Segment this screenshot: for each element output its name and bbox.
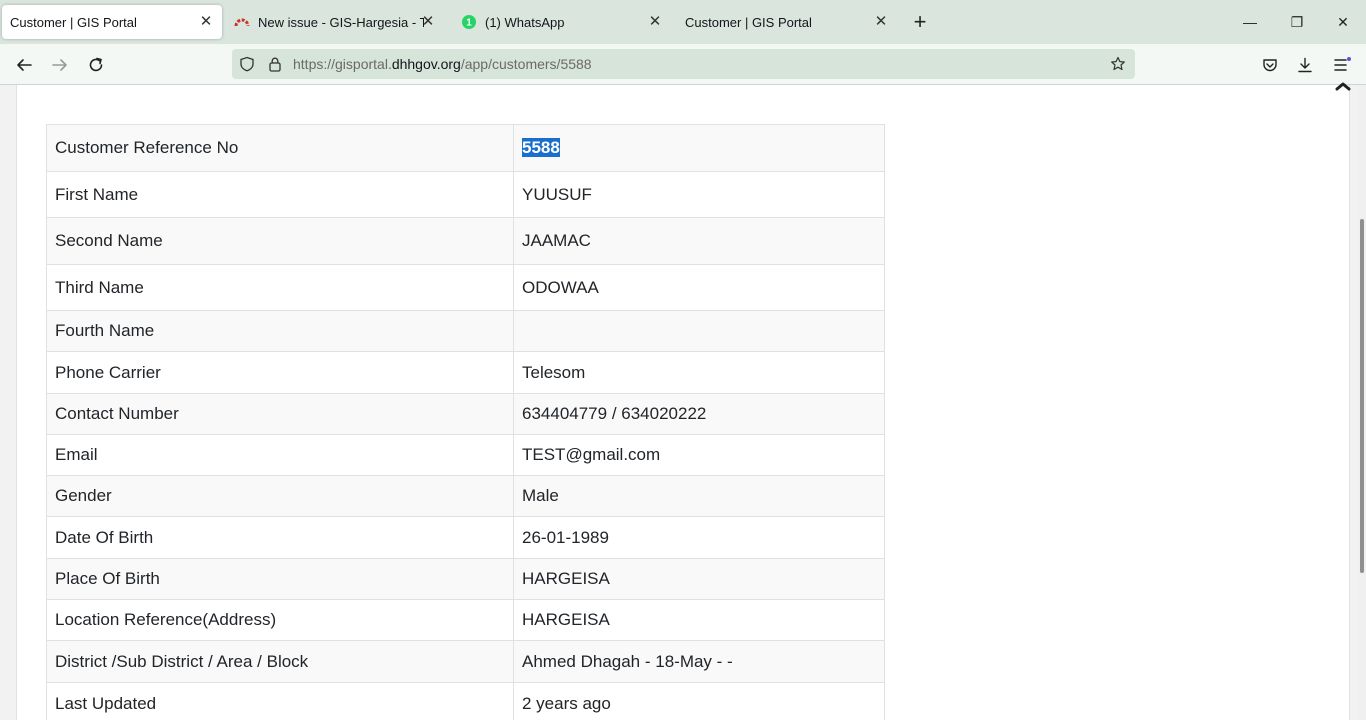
field-label: Second Name [46, 217, 514, 265]
field-label: District /Sub District / Area / Block [46, 640, 514, 683]
minimize-button[interactable]: — [1240, 12, 1260, 32]
chevron-up-icon[interactable] [1333, 81, 1353, 97]
tab-label: Customer | GIS Portal [685, 14, 812, 30]
tab-whatsapp[interactable]: 1 (1) WhatsApp ✕ [451, 5, 671, 39]
menu-icon [1334, 57, 1351, 71]
tab-customer-gis-portal-2[interactable]: Customer | GIS Portal ✕ [677, 5, 897, 39]
table-row: Gender Male [46, 475, 885, 517]
gitlab-arc-icon [234, 18, 250, 27]
page-content: Customer Reference No 5588 First Name YU… [0, 82, 1366, 720]
navigation-bar: https://gisportal.dhhgov.org/app/custome… [0, 44, 1366, 85]
tab-label: Customer | GIS Portal [10, 14, 137, 30]
tab-close-icon[interactable]: ✕ [198, 14, 214, 30]
whatsapp-icon: 1 [462, 15, 476, 29]
url-text[interactable]: https://gisportal.dhhgov.org/app/custome… [293, 56, 592, 72]
field-label: Contact Number [46, 393, 514, 435]
field-label: Third Name [46, 264, 514, 311]
table-row: Place Of Birth HARGEISA [46, 558, 885, 600]
window-close-button[interactable]: ✕ [1333, 12, 1353, 32]
pocket-icon [1263, 59, 1277, 72]
url-path: /app/customers/5588 [460, 56, 592, 72]
field-label: Phone Carrier [46, 351, 514, 394]
table-row: Second Name JAAMAC [46, 217, 885, 265]
tab-label: New issue - GIS-Hargesia - Team [258, 14, 424, 30]
field-value: 2 years ago [513, 682, 885, 720]
page-scrollbar[interactable] [1358, 85, 1366, 720]
customer-details-table: Customer Reference No 5588 First Name YU… [46, 124, 885, 720]
table-row: Email TEST@gmail.com [46, 434, 885, 476]
tab-label: (1) WhatsApp [485, 14, 565, 30]
field-value: HARGEISA [513, 599, 885, 641]
url-prefix: https://gisportal. [293, 56, 392, 72]
field-value: Ahmed Dhagah - 18-May - - [513, 640, 885, 683]
field-value: 634404779 / 634020222 [513, 393, 885, 435]
back-icon [17, 59, 32, 71]
customer-reference-value[interactable]: 5588 [522, 138, 560, 157]
url-domain: dhhgov.org [391, 56, 461, 72]
field-value: HARGEISA [513, 558, 885, 600]
tab-close-icon[interactable]: ✕ [647, 14, 663, 30]
field-value: 5588 [513, 124, 885, 172]
forward-button[interactable] [48, 53, 72, 77]
table-row: Date Of Birth 26-01-1989 [46, 516, 885, 559]
field-label: Email [46, 434, 514, 476]
field-label: Date Of Birth [46, 516, 514, 559]
table-row: Location Reference(Address) HARGEISA [46, 599, 885, 641]
new-tab-button[interactable]: + [908, 11, 932, 35]
field-value: ODOWAA [513, 264, 885, 311]
downloads-button[interactable] [1293, 53, 1317, 77]
shield-icon[interactable] [239, 56, 255, 72]
field-label: Gender [46, 475, 514, 517]
field-label: First Name [46, 171, 514, 218]
menu-button[interactable] [1330, 53, 1354, 77]
table-row: First Name YUUSUF [46, 171, 885, 218]
field-value: Telesom [513, 351, 885, 394]
tab-customer-gis-portal[interactable]: Customer | GIS Portal ✕ [2, 5, 222, 39]
field-label: Place Of Birth [46, 558, 514, 600]
star-icon[interactable] [1110, 56, 1126, 72]
tab-close-icon[interactable]: ✕ [420, 14, 436, 30]
field-value: JAAMAC [513, 217, 885, 265]
field-label: Fourth Name [46, 310, 514, 352]
back-button[interactable] [12, 53, 36, 77]
tab-close-icon[interactable]: ✕ [873, 14, 889, 30]
forward-icon [52, 59, 67, 71]
field-value: TEST@gmail.com [513, 434, 885, 476]
reload-button[interactable] [84, 53, 108, 77]
table-row: Third Name ODOWAA [46, 264, 885, 311]
field-value [513, 310, 885, 352]
whatsapp-badge: 1 [466, 18, 472, 29]
tab-strip: Customer | GIS Portal ✕ New issue - GIS-… [0, 0, 1366, 44]
scrollbar-thumb[interactable] [1360, 219, 1364, 573]
url-bar[interactable]: https://gisportal.dhhgov.org/app/custome… [232, 49, 1135, 79]
field-value: YUUSUF [513, 171, 885, 218]
table-row: District /Sub District / Area / Block Ah… [46, 640, 885, 683]
table-row: Phone Carrier Telesom [46, 351, 885, 394]
field-value: 26-01-1989 [513, 516, 885, 559]
field-label: Last Updated [46, 682, 514, 720]
field-label: Location Reference(Address) [46, 599, 514, 641]
table-row: Fourth Name [46, 310, 885, 352]
table-row: Contact Number 634404779 / 634020222 [46, 393, 885, 435]
field-label: Customer Reference No [46, 124, 514, 172]
pocket-button[interactable] [1258, 53, 1282, 77]
reload-icon [89, 57, 103, 72]
field-value: Male [513, 475, 885, 517]
table-row: Last Updated 2 years ago [46, 682, 885, 720]
table-row: Customer Reference No 5588 [46, 124, 885, 172]
restore-button[interactable]: ❐ [1287, 12, 1307, 32]
lock-icon[interactable] [267, 56, 283, 72]
download-icon [1298, 57, 1312, 73]
tab-new-issue[interactable]: New issue - GIS-Hargesia - Team ✕ [226, 5, 444, 39]
